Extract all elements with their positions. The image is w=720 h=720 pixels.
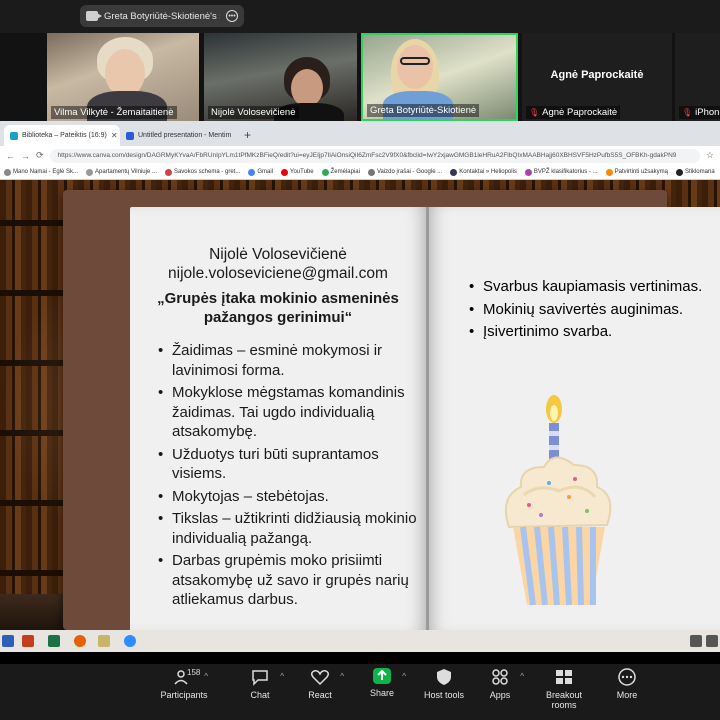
participant-name: Vilma Vilkytė - Žemaitaitienė [51,106,177,119]
share-label: Share [369,688,395,698]
bookmark-item[interactable]: BVPŽ klasifikatorius - ... [524,168,598,176]
screen-share-indicator[interactable]: Greta Botyriūtė-Skiotienė's s ••• [80,5,244,27]
bullet-item: Svarbus kaupiamasis vertinimas. [469,277,715,297]
excel-icon[interactable] [48,635,60,647]
participant-tile[interactable]: Agnė Paprockaitė Agnė Paprockaitė [522,33,672,121]
bullet-item: Žaidimas – esminė mokymosi ir lavinimosi… [158,341,420,380]
host-tools-button[interactable]: Host tools [414,668,474,700]
participant-count: 158 [187,668,201,677]
meeting-controls: 158 Participants ^ Chat ^ React ^ Share ^ Ho… [0,652,720,720]
bookmarks-bar: Mano Namai - Eglė Sk... Apartamentų Viln… [0,165,720,180]
participant-tile[interactable]: Nijolė Volosevičienė [204,33,357,121]
right-bullet-list: Svarbus kaupiamasis vertinimas. Mokinių … [441,277,720,345]
close-icon[interactable]: ✕ [111,131,118,140]
system-tray-icon[interactable] [690,635,702,647]
address-bar-row: ← → ⟳ https://www.canva.com/design/DAGRM… [0,146,720,165]
chat-button[interactable]: Chat ^ [230,668,290,700]
tab-canva[interactable]: Biblioteka – Pateiktis (16:9) ✕ [4,125,120,146]
more-button[interactable]: More [597,668,657,700]
share-button[interactable]: Share ^ [352,668,412,698]
bullet-item: Tikslas – užtikrinti didžiausią mokinio … [158,509,420,548]
participant-name: Nijolė Volosevičienė [208,106,299,119]
participants-label: Participants [160,690,208,700]
star-icon[interactable]: ☆ [706,150,714,161]
tab-label: Biblioteka – Pateiktis (16:9) [22,132,107,139]
presentation-slide: Nijolė Volosevičienė nijole.volosevicien… [0,180,720,630]
taskbar [0,630,720,652]
tab-mentimeter[interactable]: Untitled presentation - Mentim ✕ [120,125,236,146]
browser-window: Biblioteka – Pateiktis (16:9) ✕ Untitled… [0,121,720,180]
new-tab-button[interactable]: + [236,128,259,146]
reload-icon[interactable]: ⟳ [36,150,44,161]
chat-label: Chat [250,690,270,700]
system-tray-icon[interactable] [706,635,718,647]
apps-button[interactable]: Apps ^ [470,668,530,700]
breakout-rooms-label: Breakout rooms [545,690,583,710]
mentimeter-icon [126,131,134,140]
url-field[interactable]: https://www.canva.com/design/DAGRMyKYvaA… [49,148,700,163]
react-button[interactable]: React ^ [290,668,350,700]
bookmark-item[interactable]: Savokos schema - gret... [164,168,240,176]
left-bullet-list: Žaidimas – esminė mokymosi ir lavinimosi… [130,341,426,610]
more-options-icon[interactable]: ••• [226,10,238,22]
bookmark-item[interactable]: Patvirtinti užsakymą [605,168,668,176]
chat-icon [252,670,268,686]
word-icon[interactable] [2,635,14,647]
bullet-item: Mokinių savivertės auginimas. [469,300,715,320]
tab-strip: Biblioteka – Pateiktis (16:9) ✕ Untitled… [0,121,720,146]
apps-icon [492,669,508,685]
bookmark-item[interactable]: Mano Namai - Eglė Sk... [4,168,78,176]
react-label: React [308,690,332,700]
participant-name: iPhone [679,106,720,119]
participant-tile[interactable]: Vilma Vilkytė - Žemaitaitienė [47,33,199,121]
participant-display-name: Agnė Paprockaitė [550,69,644,81]
participant-name: Greta Botyriūtė-Skiotienė [367,104,480,117]
breakout-rooms-icon [556,670,572,684]
canva-icon [10,131,18,140]
participants-button[interactable]: 158 Participants ^ [154,668,214,700]
forward-icon[interactable]: → [21,151,30,161]
participant-tile[interactable]: iPhone [675,33,720,121]
powerpoint-icon[interactable] [22,635,34,647]
media-player-icon[interactable] [98,635,110,647]
top-bar: Greta Botyriūtė-Skiotienė's s ••• [0,0,720,33]
heart-icon [310,670,330,686]
participant-strip: Vilma Vilkytė - Žemaitaitienė Nijolė Vol… [0,33,720,121]
share-label: Greta Botyriūtė-Skiotienė's s [104,10,220,22]
camera-icon [86,11,102,21]
bookmark-item[interactable]: Vaizdo įrašai - Google ... [367,168,442,176]
firefox-icon[interactable] [74,635,86,647]
zoom-icon[interactable] [124,635,136,647]
cupcake-illustration [505,395,612,606]
slide-title: „Grupės įtaka mokinio asmeninės pažangos… [157,290,399,326]
bookmark-item[interactable]: YouTube [281,168,314,176]
bullet-item: Mokytojas – stebėtojas. [158,487,420,507]
bookmark-item[interactable]: Žemėlapiai [321,168,360,176]
zoom-window: Greta Botyriūtė-Skiotienė's s ••• Vilma … [0,0,720,720]
share-arrow-icon [377,669,387,680]
apps-label: Apps [489,690,511,700]
back-icon[interactable]: ← [6,151,15,161]
breakout-rooms-button[interactable]: Breakout rooms [533,668,595,710]
bullet-item: Įsivertinimo svarba. [469,322,715,342]
author-name: Nijolė Volosevičienė [209,246,347,263]
bookmark-item[interactable]: Gmail [248,168,273,176]
bullet-item: Mokyklose mėgstamas komandinis žaidimas.… [158,383,420,442]
author-email: nijole.voloseviciene@gmail.com [168,265,388,282]
more-label: More [616,690,638,700]
bullet-item: Užduotys turi būti suprantamos visiems. [158,445,420,484]
more-icon [618,668,636,686]
host-tools-label: Host tools [423,690,465,700]
tab-label: Untitled presentation - Mentim [138,132,232,139]
participant-tile-active-speaker[interactable]: Greta Botyriūtė-Skiotienė [361,33,518,121]
participant-name: Agnė Paprockaitė [526,106,621,119]
bullet-item: Darbas grupėmis moko prisiimti atsakomyb… [158,551,420,610]
right-page: Svarbus kaupiamasis vertinimas. Mokinių … [429,207,720,630]
bookmark-item[interactable]: Stiklomana [675,168,715,176]
shield-icon [437,669,451,685]
book-background: Nijolė Volosevičienė nijole.volosevicien… [63,190,720,630]
bookmark-item[interactable]: Kontaktai » Heliopolis [450,168,517,176]
bookmark-item[interactable]: Apartamentų Vilniuje ... [86,168,157,176]
left-page: Nijolė Volosevičienė nijole.volosevicien… [130,207,426,630]
